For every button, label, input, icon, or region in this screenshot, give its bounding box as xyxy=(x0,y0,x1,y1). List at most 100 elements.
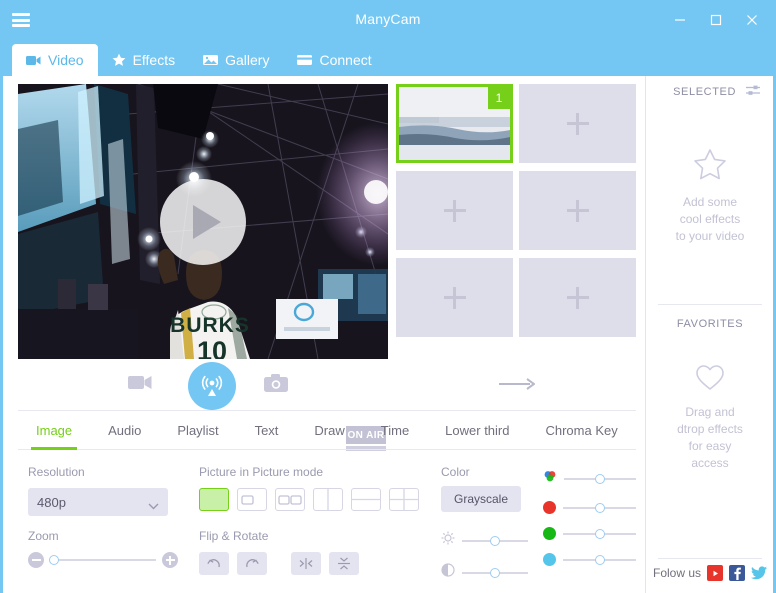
resolution-label: Resolution xyxy=(28,465,178,479)
video-camera-icon xyxy=(26,55,41,66)
close-icon[interactable] xyxy=(734,0,770,40)
blue-slider-row xyxy=(543,553,636,566)
resolution-select[interactable]: 480p xyxy=(28,488,168,516)
rotate-right-icon[interactable] xyxy=(237,552,267,575)
pip-mode-vertical-split[interactable] xyxy=(313,488,343,511)
facebook-icon[interactable] xyxy=(729,565,745,581)
favorites-title: FAVORITES xyxy=(646,318,774,330)
tab-audio[interactable]: Audio xyxy=(90,410,159,450)
play-icon[interactable] xyxy=(160,179,246,265)
green-slider-track[interactable] xyxy=(563,533,636,535)
rotate-left-icon[interactable] xyxy=(199,552,229,575)
red-slider-row xyxy=(543,501,636,514)
pip-mode-full[interactable] xyxy=(199,488,229,511)
blue-slider-knob[interactable] xyxy=(595,555,605,565)
brightness-slider-track[interactable] xyxy=(462,540,528,542)
tab-connect[interactable]: Connect xyxy=(283,44,385,76)
tab-time[interactable]: Time xyxy=(363,410,427,450)
zoom-out-button[interactable] xyxy=(28,552,44,568)
thumbnail-2[interactable] xyxy=(519,84,636,163)
svg-text:BURKS: BURKS xyxy=(170,314,250,337)
tab-gallery[interactable]: Gallery xyxy=(189,44,283,76)
favorites-empty-line3: for easy xyxy=(646,438,774,455)
contrast-slider-row xyxy=(441,563,528,582)
color-left-column: Grayscale xyxy=(441,486,528,593)
tab-playlist[interactable]: Playlist xyxy=(159,410,236,450)
contrast-slider-knob[interactable] xyxy=(490,568,500,578)
tab-text-label: Text xyxy=(255,423,279,438)
saturation-slider-track[interactable] xyxy=(564,478,636,480)
video-record-icon[interactable] xyxy=(128,374,152,398)
flip-horizontal-icon[interactable] xyxy=(291,552,321,575)
flip-button-row xyxy=(199,552,429,575)
tab-image-label: Image xyxy=(36,423,72,438)
control-bar: ON AIR xyxy=(18,363,636,409)
pip-mode-two-inset[interactable] xyxy=(275,488,305,511)
tab-lower-third-label: Lower third xyxy=(445,423,509,438)
left-pane: BURKS 10 xyxy=(0,76,645,593)
body: BURKS 10 xyxy=(0,76,776,593)
pip-label: Picture in Picture mode xyxy=(199,465,429,479)
blue-slider-track[interactable] xyxy=(563,559,636,561)
footer-divider xyxy=(658,558,762,559)
tab-text[interactable]: Text xyxy=(237,410,297,450)
tab-chroma-key[interactable]: Chroma Key xyxy=(527,410,635,450)
tab-image[interactable]: Image xyxy=(18,410,90,450)
youtube-icon[interactable] xyxy=(707,565,723,581)
thumbnail-4[interactable] xyxy=(519,171,636,250)
broadcast-icon[interactable] xyxy=(188,362,236,410)
brightness-slider-row xyxy=(441,531,528,550)
star-icon xyxy=(112,53,126,67)
grayscale-button[interactable]: Grayscale xyxy=(441,486,521,512)
brightness-slider-knob[interactable] xyxy=(490,536,500,546)
color-wheel-icon xyxy=(543,469,557,488)
tab-effects[interactable]: Effects xyxy=(98,44,190,76)
tab-chroma-key-label: Chroma Key xyxy=(545,423,617,438)
blue-dot-icon xyxy=(543,553,556,566)
tab-time-label: Time xyxy=(381,423,409,438)
sliders-icon[interactable] xyxy=(746,84,760,100)
contrast-slider-track[interactable] xyxy=(462,572,528,574)
pip-mode-small-inset[interactable] xyxy=(237,488,267,511)
arrow-right-icon[interactable] xyxy=(499,377,535,396)
thumbnail-3[interactable] xyxy=(396,171,513,250)
maximize-button[interactable] xyxy=(698,0,734,40)
zoom-slider-knob[interactable] xyxy=(49,555,59,565)
manycam-window: ManyCam Video Effects xyxy=(0,0,776,593)
thumbnail-1[interactable]: 1 xyxy=(396,84,513,163)
minimize-button[interactable] xyxy=(662,0,698,40)
selected-empty-line3: to your video xyxy=(646,228,774,245)
thumbnail-6[interactable] xyxy=(519,258,636,337)
color-right-column xyxy=(543,469,636,579)
add-icon xyxy=(567,287,589,309)
tab-lower-third[interactable]: Lower third xyxy=(427,410,527,450)
tab-playlist-label: Playlist xyxy=(177,423,218,438)
tab-video[interactable]: Video xyxy=(12,44,98,76)
chevron-down-icon xyxy=(148,498,159,513)
tab-draw-label: Draw xyxy=(314,423,344,438)
selected-empty-state: Add some cool effects to your video xyxy=(646,148,774,245)
pip-mode-quad-split[interactable] xyxy=(389,488,419,511)
red-dot-icon xyxy=(543,501,556,514)
favorites-empty-line1: Drag and xyxy=(646,404,774,421)
saturation-slider-knob[interactable] xyxy=(595,474,605,484)
twitter-icon[interactable] xyxy=(751,565,767,581)
effects-sidebar: SELECTED Add some cool effects to your v… xyxy=(645,76,776,593)
flip-vertical-icon[interactable] xyxy=(329,552,359,575)
pip-mode-horizontal-split[interactable] xyxy=(351,488,381,511)
zoom-slider-track[interactable] xyxy=(50,559,156,561)
video-preview[interactable]: BURKS 10 xyxy=(18,84,388,359)
zoom-in-button[interactable] xyxy=(162,552,178,568)
resolution-group: Resolution 480p xyxy=(28,465,178,516)
flip-group: Flip & Rotate xyxy=(199,529,429,575)
tab-draw[interactable]: Draw xyxy=(296,410,362,450)
green-slider-knob[interactable] xyxy=(595,529,605,539)
red-slider-track[interactable] xyxy=(563,507,636,509)
red-slider-knob[interactable] xyxy=(595,503,605,513)
pip-mode-row xyxy=(199,488,429,511)
selected-empty-line2: cool effects xyxy=(646,211,774,228)
selected-title: SELECTED xyxy=(673,86,736,98)
thumbnail-5[interactable] xyxy=(396,258,513,337)
svg-text:10: 10 xyxy=(197,336,227,359)
camera-snapshot-icon[interactable] xyxy=(264,374,288,398)
